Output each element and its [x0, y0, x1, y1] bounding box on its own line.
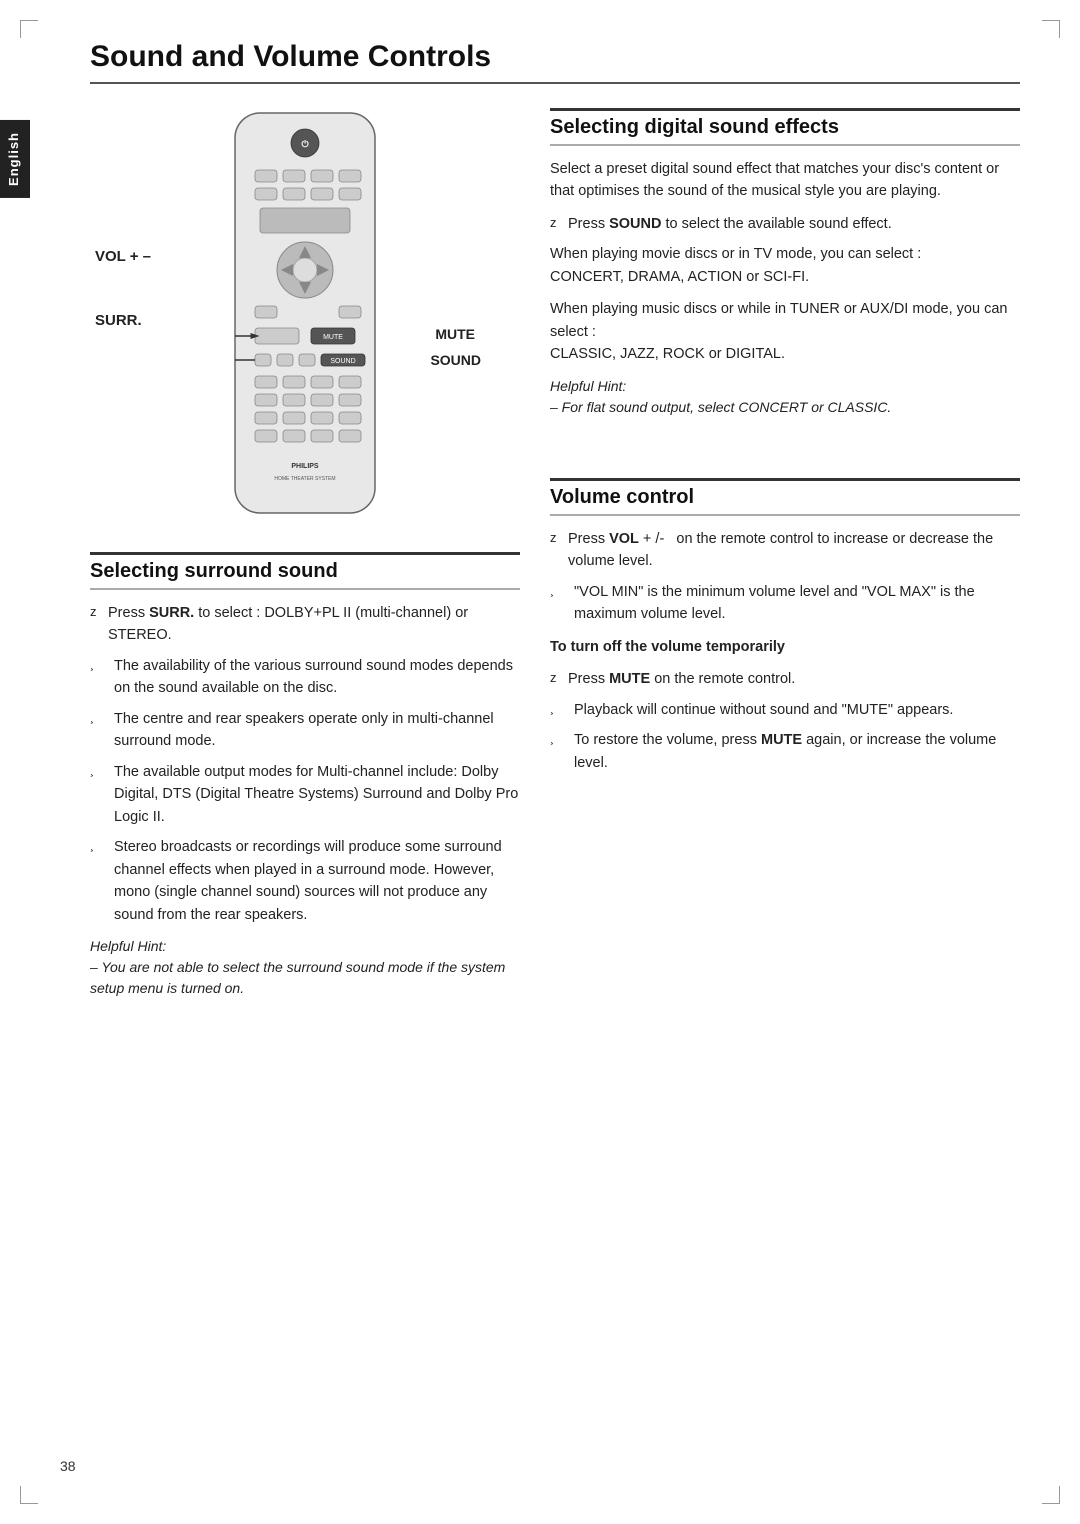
mute-bold: MUTE: [609, 671, 650, 687]
surround-sub4: Stereo broadcasts or recordings will pro…: [90, 836, 520, 926]
volume-turnoff-heading: To turn off the volume temporarily: [550, 636, 1020, 658]
sound-label: SOUND: [430, 352, 481, 368]
digital-hint-title: Helpful Hint:: [550, 378, 626, 394]
surr-bold: SURR.: [149, 605, 194, 621]
digital-bullet1: Press SOUND to select the available soun…: [550, 213, 1020, 235]
mute-label: MUTE: [435, 326, 475, 342]
remote-svg: ⏻: [205, 108, 405, 528]
surround-bullet1: Press SURR. to select : DOLBY+PL II (mul…: [90, 602, 520, 647]
digital-music-text: When playing music discs or while in TUN…: [550, 298, 1020, 365]
remote-illustration: VOL + – SURR. ⏻: [90, 108, 520, 532]
volume-heading: Volume control: [550, 478, 1020, 516]
volume-sub2: Playback will continue without sound and…: [550, 699, 1020, 721]
corner-bl: [20, 1486, 38, 1504]
digital-hint-text: – For flat sound output, select CONCERT …: [550, 399, 891, 415]
svg-text:HOME THEATER SYSTEM: HOME THEATER SYSTEM: [274, 476, 335, 482]
page-number: 38: [60, 1458, 76, 1474]
surround-hint-text: – You are not able to select the surroun…: [90, 959, 505, 996]
digital-intro: Select a preset digital sound effect tha…: [550, 158, 1020, 203]
volume-section: Volume control Press VOL + /- on the rem…: [550, 478, 1020, 774]
left-column: VOL + – SURR. ⏻: [90, 108, 520, 1023]
volume-sub3: To restore the volume, press MUTE again,…: [550, 729, 1020, 774]
page-container: English Sound and Volume Controls VOL + …: [0, 0, 1080, 1524]
right-column: Selecting digital sound effects Select a…: [550, 108, 1020, 1023]
volume-sub1: "VOL MIN" is the minimum volume level an…: [550, 581, 1020, 626]
sound-bold: SOUND: [609, 216, 661, 232]
surround-sub1: The availability of the various surround…: [90, 655, 520, 700]
surround-sub2: The centre and rear speakers operate onl…: [90, 708, 520, 753]
surround-hint: Helpful Hint: – You are not able to sele…: [90, 936, 520, 999]
digital-movie-text: When playing movie discs or in TV mode, …: [550, 243, 1020, 288]
svg-text:MUTE: MUTE: [323, 334, 343, 341]
corner-tr: [1042, 20, 1060, 38]
volume-bullet1: Press VOL + /- on the remote control to …: [550, 528, 1020, 573]
corner-tl: [20, 20, 38, 38]
side-tab: English: [0, 120, 30, 198]
corner-br: [1042, 1486, 1060, 1504]
mute-bold2: MUTE: [761, 732, 802, 748]
surround-section: Selecting surround sound Press SURR. to …: [90, 552, 520, 999]
content-area: VOL + – SURR. ⏻: [90, 108, 1020, 1023]
vol-bold: VOL: [609, 531, 639, 547]
digital-section: Selecting digital sound effects Select a…: [550, 108, 1020, 418]
surround-hint-title: Helpful Hint:: [90, 938, 166, 954]
svg-text:PHILIPS: PHILIPS: [291, 463, 319, 470]
digital-hint: Helpful Hint: – For flat sound output, s…: [550, 376, 1020, 418]
surround-heading: Selecting surround sound: [90, 552, 520, 590]
surround-sub3: The available output modes for Multi-cha…: [90, 761, 520, 828]
surr-label: SURR.: [95, 312, 142, 329]
volume-bullet2: Press MUTE on the remote control.: [550, 668, 1020, 690]
svg-text:SOUND: SOUND: [330, 358, 355, 365]
svg-text:⏻: ⏻: [301, 139, 309, 149]
digital-heading: Selecting digital sound effects: [550, 108, 1020, 146]
vol-label: VOL + –: [95, 248, 151, 265]
page-title: Sound and Volume Controls: [90, 40, 1020, 84]
